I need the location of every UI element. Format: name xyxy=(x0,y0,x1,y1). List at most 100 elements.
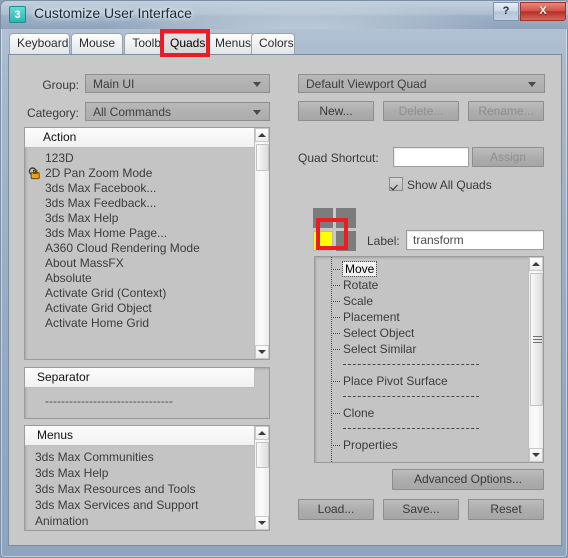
tree-connector-icon xyxy=(331,381,340,383)
tree-connector-icon xyxy=(331,413,340,415)
group-dropdown[interactable]: Main UI xyxy=(85,74,270,93)
menus-list-scroll-thumb[interactable] xyxy=(256,442,269,468)
action-list-item-label: 2D Pan Zoom Mode xyxy=(45,166,153,180)
action-list-item-label: 3ds Max Facebook... xyxy=(45,181,157,195)
chevron-down-icon xyxy=(528,81,536,87)
quad-cell-bottom-right[interactable] xyxy=(336,231,356,251)
category-dropdown[interactable]: All Commands xyxy=(85,102,270,121)
label-input[interactable]: transform xyxy=(406,230,544,250)
tab-quads[interactable]: Quads xyxy=(162,33,210,54)
window-frame: 3 Customize User Interface ? X Keyboard … xyxy=(0,0,568,558)
checkmark-icon xyxy=(389,177,403,191)
tab-keyboard[interactable]: Keyboard xyxy=(9,33,70,54)
new-button[interactable]: New... xyxy=(298,101,374,121)
quad-command-separator[interactable] xyxy=(315,357,527,373)
quad-command-separator[interactable] xyxy=(315,389,527,405)
quad-command-list-scrollbar[interactable] xyxy=(528,257,543,462)
quad-command-item[interactable]: Properties xyxy=(315,437,527,453)
save-button[interactable]: Save... xyxy=(383,499,459,520)
group-dropdown-value: Main UI xyxy=(93,77,135,91)
quad-cell-top-left[interactable] xyxy=(313,208,333,228)
quad-shortcut-label: Quad Shortcut: xyxy=(298,151,379,165)
quad-command-list-rows: Move Rotate Scale Placement Select Object Sel… xyxy=(315,261,527,461)
action-list-item[interactable]: 3ds Max Home Page... xyxy=(25,226,254,241)
action-list-item[interactable]: 3ds Max Feedback... xyxy=(25,196,254,211)
scroll-up-arrow-icon[interactable] xyxy=(255,426,269,440)
customize-user-interface-window: 3 Customize User Interface ? X Keyboard … xyxy=(0,0,568,558)
advanced-options-button[interactable]: Advanced Options... xyxy=(392,469,544,490)
quad-command-item-label: Select Object xyxy=(343,326,415,340)
menus-list-item[interactable]: 3ds Max Services and Support xyxy=(25,497,254,513)
quad-shortcut-input[interactable] xyxy=(393,147,469,167)
menus-list[interactable]: Menus 3ds Max Communities 3ds Max Help 3ds… xyxy=(24,425,270,531)
action-list-rows: 123D 2D Pan Zoom Mode 3ds Max Facebook... 3… xyxy=(25,151,254,359)
action-list-item[interactable]: 3ds Max Help xyxy=(25,211,254,226)
quad-command-item[interactable]: Select Similar xyxy=(315,341,527,357)
action-list[interactable]: Action 123D 2D Pan Zoom Mode 3ds Max Faceb… xyxy=(24,127,270,360)
quad-cell-bottom-left[interactable] xyxy=(313,231,333,251)
separator-list-item[interactable]: -------------------------------- xyxy=(25,394,269,409)
chevron-down-icon xyxy=(253,81,261,87)
load-button[interactable]: Load... xyxy=(298,499,374,520)
action-list-item[interactable]: Activate Home Grid xyxy=(25,316,254,331)
quad-command-item[interactable]: Rotate xyxy=(315,277,527,293)
action-list-item-label: 3ds Max Help xyxy=(45,211,119,225)
separator-list[interactable]: Separator ------------------------------… xyxy=(24,367,270,419)
tree-connector-icon xyxy=(331,285,340,287)
quad-command-item-label: Rotate xyxy=(343,278,379,292)
chevron-down-icon xyxy=(253,109,261,115)
quad-command-item[interactable]: Move xyxy=(315,261,527,277)
scroll-up-arrow-icon[interactable] xyxy=(529,257,543,271)
label-field-label: Label: xyxy=(367,234,400,248)
action-list-item[interactable]: 3ds Max Facebook... xyxy=(25,181,254,196)
action-list-item-label: Absolute xyxy=(45,271,92,285)
action-list-scrollbar[interactable] xyxy=(254,128,269,359)
menus-list-item[interactable]: 3ds Max Resources and Tools xyxy=(25,481,254,497)
quad-command-separator[interactable] xyxy=(315,421,527,437)
action-list-item[interactable]: A360 Cloud Rendering Mode xyxy=(25,241,254,256)
action-list-item-label: A360 Cloud Rendering Mode xyxy=(45,241,200,255)
scroll-down-arrow-icon[interactable] xyxy=(529,448,543,462)
close-button[interactable]: X xyxy=(520,2,566,21)
quad-command-item[interactable]: Placement xyxy=(315,309,527,325)
tab-menus[interactable]: Menus xyxy=(207,33,255,54)
quad-cell-top-right[interactable] xyxy=(336,208,356,228)
menus-list-item[interactable]: 3ds Max Communities xyxy=(25,449,254,465)
scroll-up-arrow-icon[interactable] xyxy=(255,128,269,142)
tree-connector-icon xyxy=(331,301,340,303)
action-list-item[interactable]: Activate Grid Object xyxy=(25,301,254,316)
quad-command-list-scroll-thumb[interactable] xyxy=(530,273,543,406)
action-list-item-label: 123D xyxy=(45,151,74,165)
quad-command-item-label: Place Pivot Surface xyxy=(343,374,448,388)
quad-command-item[interactable]: Clone xyxy=(315,405,527,421)
action-list-item[interactable]: About MassFX xyxy=(25,256,254,271)
action-list-scroll-thumb[interactable] xyxy=(256,144,269,171)
quad-command-item-label: Select Similar xyxy=(343,342,417,356)
tab-strip: Keyboard Mouse Toolbars Quads Menus Colo… xyxy=(1,31,568,55)
assign-button: Assign xyxy=(472,147,544,167)
quad-set-dropdown[interactable]: Default Viewport Quad xyxy=(298,74,545,93)
menus-list-item[interactable]: 3ds Max Help xyxy=(25,465,254,481)
action-list-item[interactable]: 123D xyxy=(25,151,254,166)
quad-command-item[interactable]: Place Pivot Surface xyxy=(315,373,527,389)
reset-button[interactable]: Reset xyxy=(468,499,544,520)
quad-preview-widget[interactable] xyxy=(313,208,357,252)
quad-command-list[interactable]: Move Rotate Scale Placement Select Object Sel… xyxy=(314,256,544,463)
show-all-quads-checkbox[interactable]: Show All Quads xyxy=(389,177,492,192)
help-button[interactable]: ? xyxy=(493,2,519,21)
tab-mouse[interactable]: Mouse xyxy=(71,33,123,54)
tree-connector-icon xyxy=(331,333,340,335)
quad-command-item[interactable]: Select Object xyxy=(315,325,527,341)
rename-button: Rename... xyxy=(468,101,544,121)
tab-colors[interactable]: Colors xyxy=(251,33,295,54)
action-list-item[interactable]: Absolute xyxy=(25,271,254,286)
scroll-down-arrow-icon[interactable] xyxy=(255,345,269,359)
separator-list-rows: -------------------------------- xyxy=(25,394,269,418)
separator-line xyxy=(343,428,479,430)
scroll-down-arrow-icon[interactable] xyxy=(255,516,269,530)
quad-command-item[interactable]: Scale xyxy=(315,293,527,309)
menus-list-item[interactable]: Animation xyxy=(25,513,254,529)
menus-list-scrollbar[interactable] xyxy=(254,426,269,530)
action-list-item[interactable]: Activate Grid (Context) xyxy=(25,286,254,301)
action-list-item[interactable]: 2D Pan Zoom Mode xyxy=(25,166,254,181)
